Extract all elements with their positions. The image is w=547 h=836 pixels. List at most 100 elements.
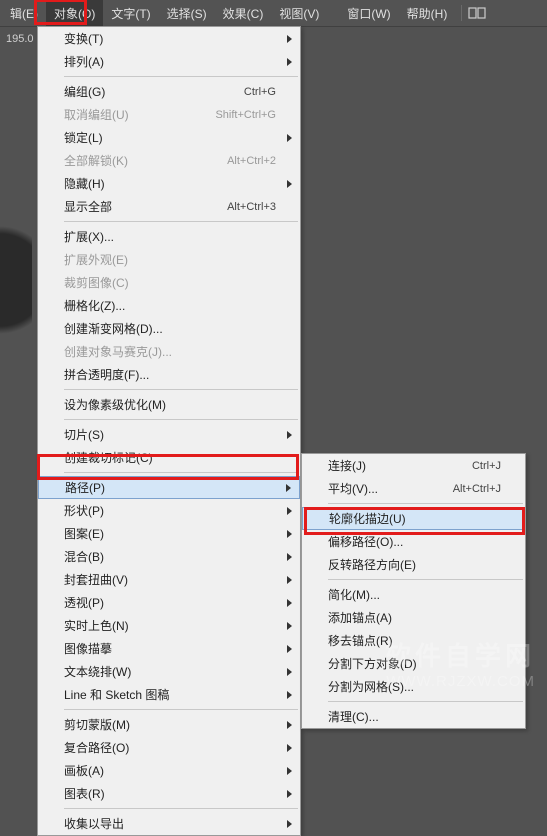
menu-item-label: 偏移路径(O)... bbox=[328, 533, 501, 550]
menu-item-label: 平均(V)... bbox=[328, 480, 433, 497]
menu-item-label: 清理(C)... bbox=[328, 708, 501, 725]
menu-item-label: 简化(M)... bbox=[328, 586, 501, 603]
menu-item-gradient-mesh[interactable]: 创建渐变网格(D)... bbox=[38, 317, 300, 340]
chevron-right-icon bbox=[287, 645, 292, 653]
menu-item-envelope-distort[interactable]: 封套扭曲(V) bbox=[38, 568, 300, 591]
menu-item-object-mosaic: 创建对象马赛克(J)... bbox=[38, 340, 300, 363]
menu-item-label: 图像描摹 bbox=[64, 640, 276, 657]
menu-item-label: 全部解锁(K) bbox=[64, 152, 207, 169]
menu-effect[interactable]: 效果(C) bbox=[215, 0, 272, 27]
menu-item-label: 实时上色(N) bbox=[64, 617, 276, 634]
menu-separator bbox=[328, 579, 523, 580]
submenu-item-reverse-direction[interactable]: 反转路径方向(E) bbox=[302, 553, 525, 576]
menu-item-label: 文本绕排(W) bbox=[64, 663, 276, 680]
menu-item-label: 取消编组(U) bbox=[64, 106, 195, 123]
menu-view[interactable]: 视图(V) bbox=[271, 0, 327, 27]
toolbar-width-value[interactable]: 195.0 bbox=[6, 33, 34, 45]
menu-select[interactable]: 选择(S) bbox=[159, 0, 215, 27]
menu-item-transform[interactable]: 变换(T) bbox=[38, 27, 300, 50]
menu-separator bbox=[64, 808, 298, 809]
menu-item-compound-path[interactable]: 复合路径(O) bbox=[38, 736, 300, 759]
menu-item-label: 图表(R) bbox=[64, 785, 276, 802]
menu-help[interactable]: 帮助(H) bbox=[399, 0, 456, 27]
menu-item-label: 隐藏(H) bbox=[64, 175, 276, 192]
menu-item-trim-marks[interactable]: 创建裁切标记(C) bbox=[38, 446, 300, 469]
menu-type[interactable]: 文字(T) bbox=[103, 0, 158, 27]
menu-item-hide[interactable]: 隐藏(H) bbox=[38, 172, 300, 195]
menu-item-perspective[interactable]: 透视(P) bbox=[38, 591, 300, 614]
submenu-item-add-anchor[interactable]: 添加锚点(A) bbox=[302, 606, 525, 629]
menu-item-label: 栅格化(Z)... bbox=[64, 297, 276, 314]
menu-item-line-sketch[interactable]: Line 和 Sketch 图稿 bbox=[38, 683, 300, 706]
submenu-item-simplify[interactable]: 简化(M)... bbox=[302, 583, 525, 606]
menu-item-path[interactable]: 路径(P) bbox=[38, 476, 300, 499]
menu-separator bbox=[64, 419, 298, 420]
menu-separator bbox=[64, 389, 298, 390]
menu-item-shape[interactable]: 形状(P) bbox=[38, 499, 300, 522]
menu-item-show-all[interactable]: 显示全部Alt+Ctrl+3 bbox=[38, 195, 300, 218]
menu-item-collect-export[interactable]: 收集以导出 bbox=[38, 812, 300, 835]
workspace-icon[interactable] bbox=[468, 6, 486, 20]
menu-shortcut: Alt+Ctrl+2 bbox=[227, 155, 276, 167]
canvas-background bbox=[0, 50, 37, 825]
menu-item-image-trace[interactable]: 图像描摹 bbox=[38, 637, 300, 660]
menu-item-label: 创建对象马赛克(J)... bbox=[64, 343, 276, 360]
menu-item-pattern[interactable]: 图案(E) bbox=[38, 522, 300, 545]
chevron-right-icon bbox=[287, 553, 292, 561]
menu-item-clipping-mask[interactable]: 剪切蒙版(M) bbox=[38, 713, 300, 736]
menu-item-label: 变换(T) bbox=[64, 30, 276, 47]
menu-item-label: 轮廓化描边(U) bbox=[329, 510, 500, 527]
menu-item-label: 画板(A) bbox=[64, 762, 276, 779]
chevron-right-icon bbox=[286, 484, 291, 492]
menu-shortcut: Ctrl+G bbox=[244, 86, 276, 98]
submenu-item-offset-path[interactable]: 偏移路径(O)... bbox=[302, 530, 525, 553]
chevron-right-icon bbox=[287, 134, 292, 142]
menu-item-rasterize[interactable]: 栅格化(Z)... bbox=[38, 294, 300, 317]
menu-item-flatten-transparency[interactable]: 拼合透明度(F)... bbox=[38, 363, 300, 386]
menu-item-label: 收集以导出 bbox=[64, 815, 276, 832]
menu-item-lock[interactable]: 锁定(L) bbox=[38, 126, 300, 149]
chevron-right-icon bbox=[287, 744, 292, 752]
menubar: 辑(E) 对象(O) 文字(T) 选择(S) 效果(C) 视图(V) 窗口(W)… bbox=[0, 0, 547, 26]
menu-item-artboards[interactable]: 画板(A) bbox=[38, 759, 300, 782]
menu-item-slice[interactable]: 切片(S) bbox=[38, 423, 300, 446]
submenu-item-join[interactable]: 连接(J)Ctrl+J bbox=[302, 454, 525, 477]
menu-item-arrange[interactable]: 排列(A) bbox=[38, 50, 300, 73]
chevron-right-icon bbox=[287, 668, 292, 676]
menu-window[interactable]: 窗口(W) bbox=[339, 0, 398, 27]
chevron-right-icon bbox=[287, 180, 292, 188]
menu-item-label: 混合(B) bbox=[64, 548, 276, 565]
chevron-right-icon bbox=[287, 691, 292, 699]
menu-item-label: 反转路径方向(E) bbox=[328, 556, 501, 573]
menu-item-label: 扩展外观(E) bbox=[64, 251, 276, 268]
menu-edit[interactable]: 辑(E) bbox=[2, 0, 46, 27]
menu-shortcut: Alt+Ctrl+J bbox=[453, 483, 501, 495]
menu-item-text-wrap[interactable]: 文本绕排(W) bbox=[38, 660, 300, 683]
menu-item-blend[interactable]: 混合(B) bbox=[38, 545, 300, 568]
menu-item-ungroup: 取消编组(U) Shift+Ctrl+G bbox=[38, 103, 300, 126]
menu-object[interactable]: 对象(O) bbox=[46, 0, 103, 27]
submenu-item-outline-stroke[interactable]: 轮廓化描边(U) bbox=[302, 507, 525, 530]
menu-shortcut: Shift+Ctrl+G bbox=[215, 109, 276, 121]
menu-item-live-paint[interactable]: 实时上色(N) bbox=[38, 614, 300, 637]
chevron-right-icon bbox=[287, 431, 292, 439]
submenu-item-cleanup[interactable]: 清理(C)... bbox=[302, 705, 525, 728]
submenu-item-average[interactable]: 平均(V)... Alt+Ctrl+J bbox=[302, 477, 525, 500]
menu-item-graph[interactable]: 图表(R) bbox=[38, 782, 300, 805]
menu-item-label: 创建渐变网格(D)... bbox=[64, 320, 276, 337]
menu-item-label: 形状(P) bbox=[64, 502, 276, 519]
menu-item-pixel-perfect[interactable]: 设为像素级优化(M) bbox=[38, 393, 300, 416]
menu-item-label: 裁剪图像(C) bbox=[64, 274, 276, 291]
menu-item-label: 复合路径(O) bbox=[64, 739, 276, 756]
menu-item-label: 设为像素级优化(M) bbox=[64, 396, 276, 413]
menubar-separator bbox=[461, 5, 462, 21]
menu-item-expand[interactable]: 扩展(X)... bbox=[38, 225, 300, 248]
menu-item-label: Line 和 Sketch 图稿 bbox=[64, 686, 276, 703]
canvas-object bbox=[0, 210, 32, 350]
menu-item-label: 路径(P) bbox=[65, 479, 275, 496]
menu-item-group[interactable]: 编组(G)Ctrl+G bbox=[38, 80, 300, 103]
chevron-right-icon bbox=[287, 599, 292, 607]
menu-separator bbox=[64, 221, 298, 222]
chevron-right-icon bbox=[287, 576, 292, 584]
chevron-right-icon bbox=[287, 721, 292, 729]
